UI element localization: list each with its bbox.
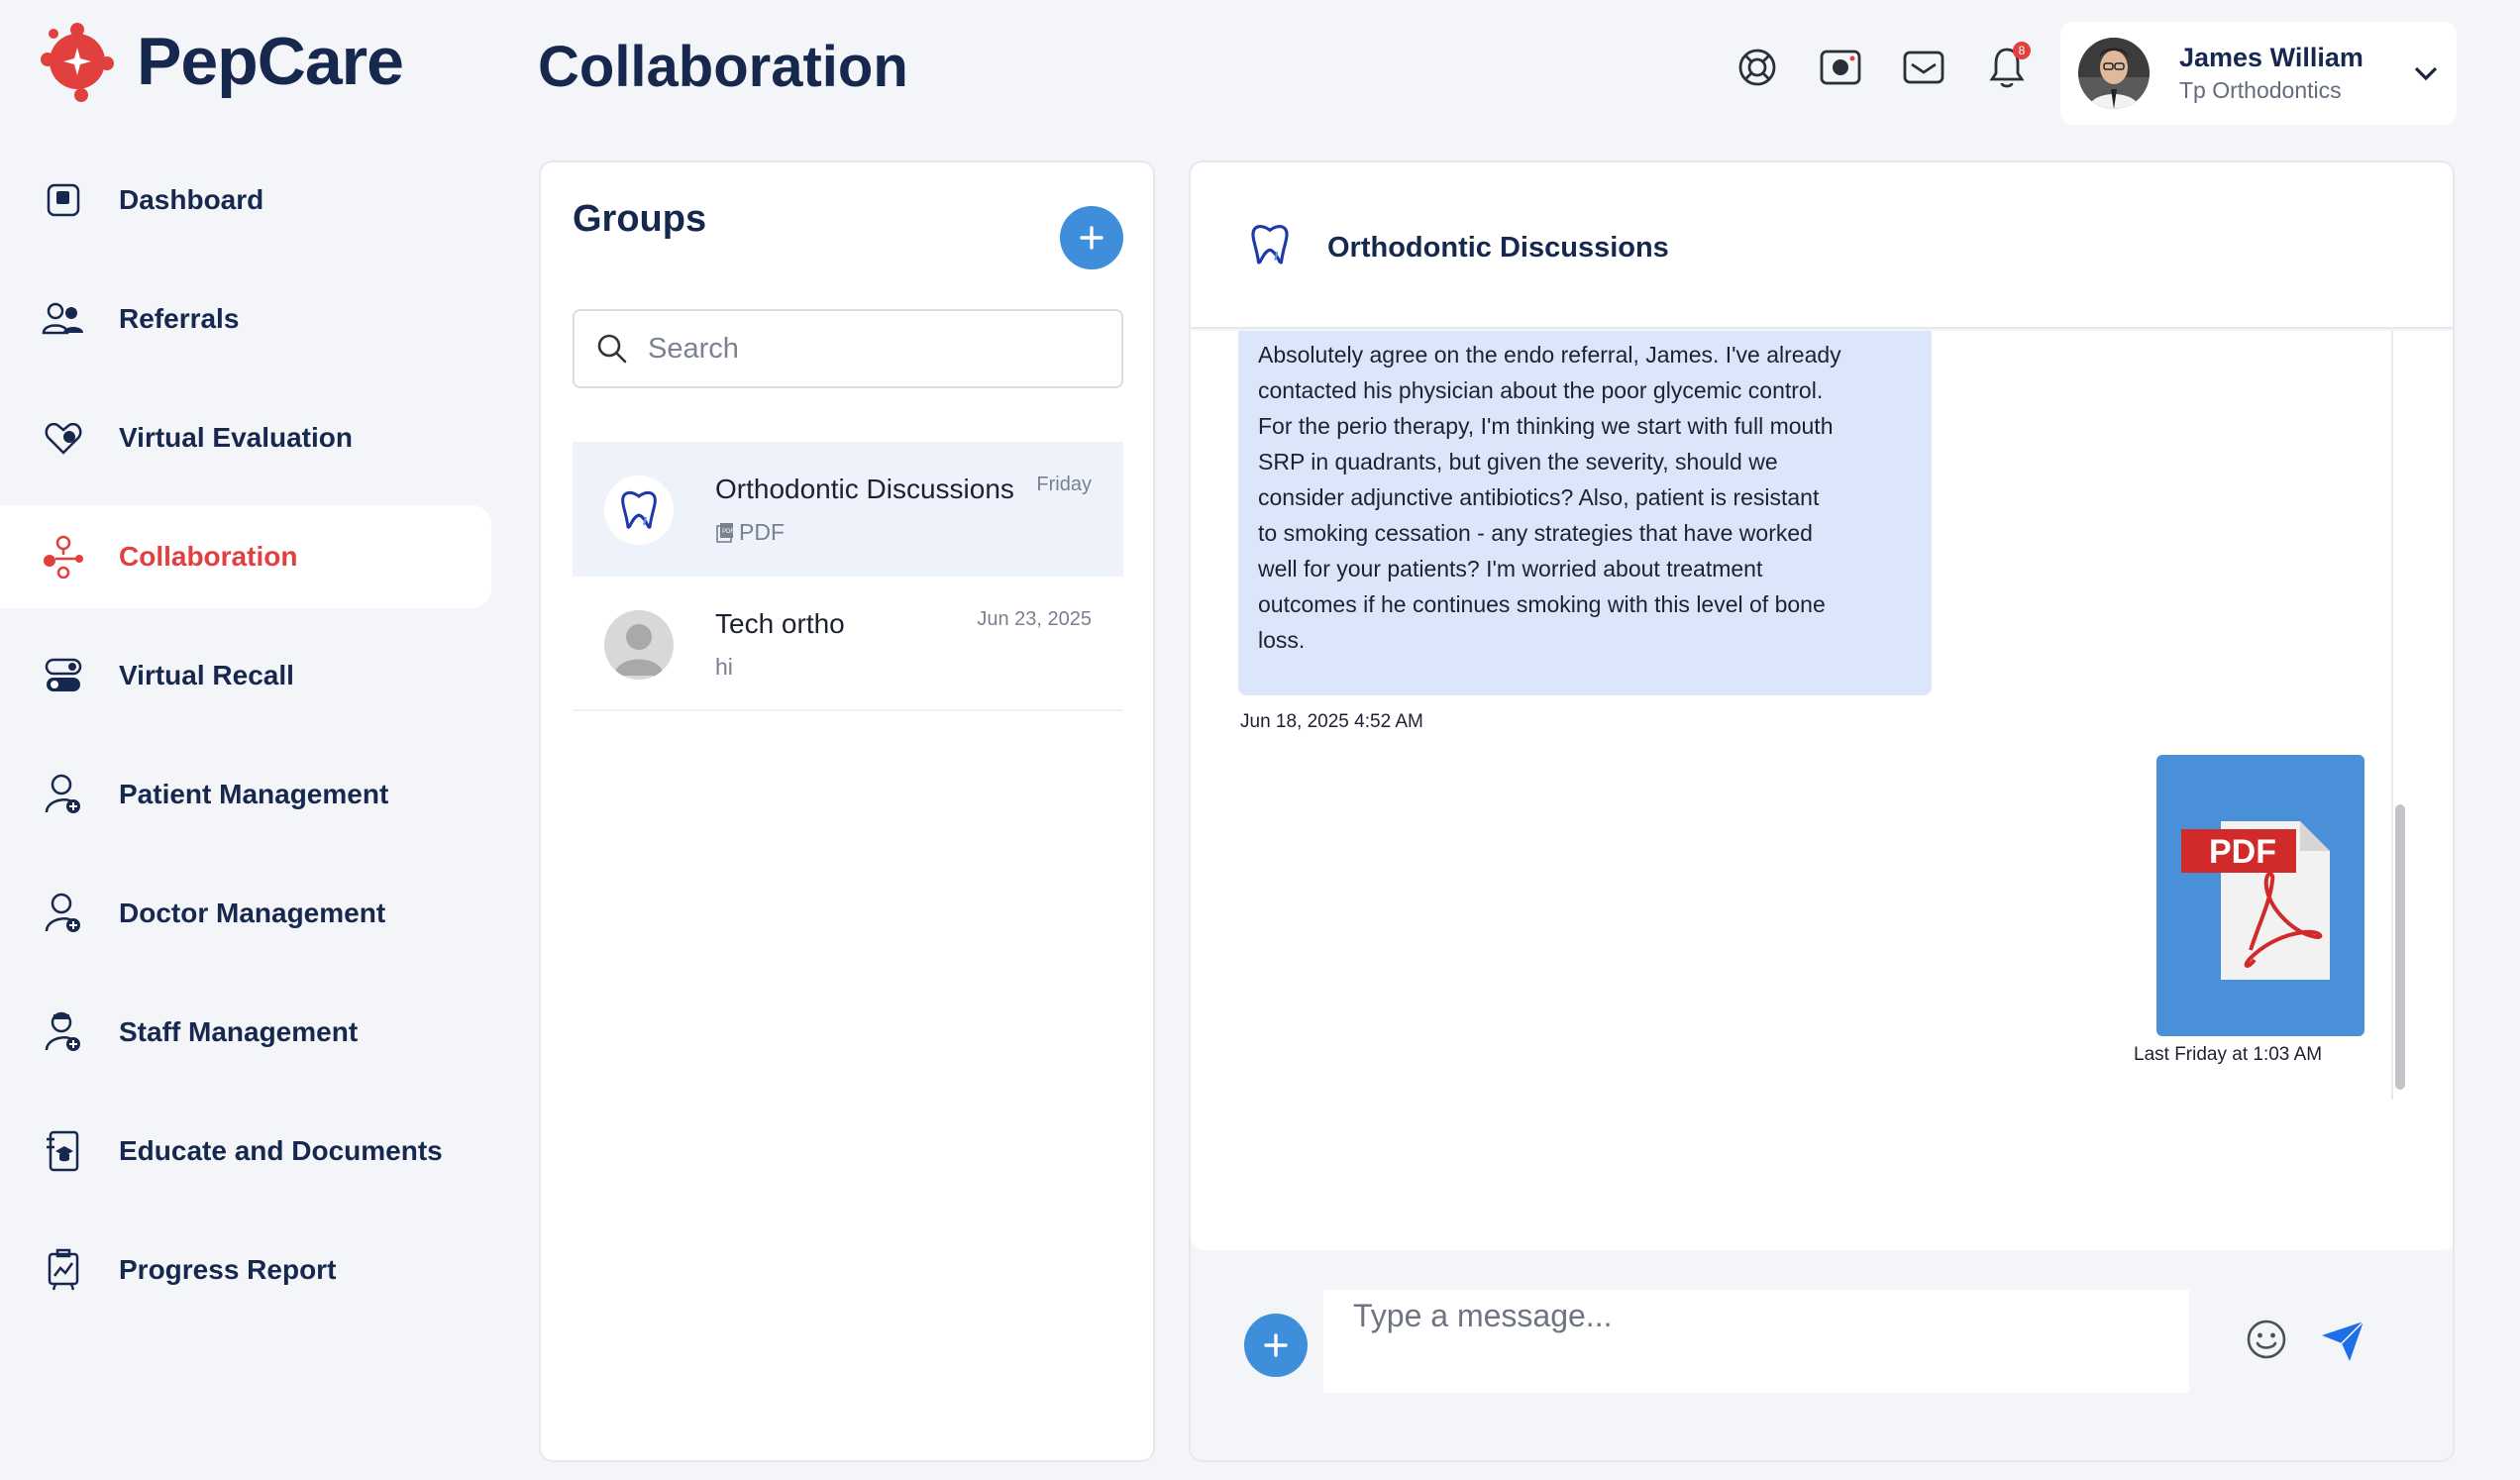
message-line: well for your patients? I'm worried abou…	[1258, 556, 1763, 581]
plus-icon	[1264, 1333, 1288, 1357]
tooth-logo-icon	[604, 476, 674, 545]
plus-icon	[1080, 226, 1103, 250]
mail-icon[interactable]	[1902, 46, 1945, 89]
group-preview: PDF PDF	[715, 519, 785, 546]
message-line: to smoking cessation - any strategies th…	[1258, 520, 1813, 546]
sidebar-item-label: Virtual Recall	[119, 660, 294, 690]
sidebar-item-collaboration[interactable]: Collaboration	[0, 505, 491, 608]
group-name: Orthodontic Discussions	[715, 474, 1014, 504]
sidebar-item-virtual-recall[interactable]: Virtual Recall	[0, 624, 491, 727]
svg-text:PDF: PDF	[722, 529, 734, 535]
pdf-file-icon: PDF	[2181, 821, 2330, 980]
search-input[interactable]	[648, 332, 1103, 366]
group-item-tech-ortho[interactable]: Tech ortho Jun 23, 2025 hi	[573, 577, 1123, 711]
sidebar-item-label: Progress Report	[119, 1254, 337, 1285]
sidebar: Dashboard Referrals Virtual Evaluation C…	[0, 149, 491, 1337]
chat-title: Orthodontic Discussions	[1327, 232, 1669, 264]
user-organization: Tp Orthodontics	[2179, 77, 2342, 103]
collaboration-icon	[40, 533, 87, 581]
sidebar-item-label: Referrals	[119, 303, 240, 334]
user-placeholder-icon	[604, 610, 674, 680]
message-bubble: Absolutely agree on the endo referral, J…	[1238, 331, 1932, 695]
tooth-logo-icon	[1251, 225, 1289, 264]
message-line: Absolutely agree on the endo referral, J…	[1258, 342, 1841, 368]
message-line: For the perio therapy, I'm thinking we s…	[1258, 413, 1834, 439]
svg-text:PDF: PDF	[2209, 833, 2276, 871]
message-line: loss.	[1258, 627, 1306, 653]
sidebar-item-progress-report[interactable]: Progress Report	[0, 1218, 491, 1321]
brand-logo: PepCare	[36, 20, 404, 103]
emoji-icon[interactable]	[2245, 1318, 2288, 1361]
message-line: consider adjunctive antibiotics? Also, p…	[1258, 484, 1820, 510]
sidebar-item-dashboard[interactable]: Dashboard	[0, 149, 491, 252]
sidebar-item-label: Virtual Evaluation	[119, 422, 353, 453]
groups-panel: Groups Orthodontic Discussions Friday PD…	[539, 160, 1155, 1462]
header-toolbar: 8	[1735, 42, 2031, 89]
sidebar-item-doctor-management[interactable]: Doctor Management	[0, 862, 491, 965]
sidebar-item-label: Educate and Documents	[119, 1135, 443, 1166]
message-input[interactable]	[1323, 1290, 2189, 1393]
sidebar-item-label: Staff Management	[119, 1016, 359, 1047]
sidebar-item-patient-management[interactable]: Patient Management	[0, 743, 491, 846]
group-preview-text: hi	[715, 654, 733, 680]
scrollbar-thumb[interactable]	[2395, 804, 2405, 1090]
pepcare-logo-icon	[41, 23, 114, 102]
message-list: Absolutely agree on the endo referral, J…	[1191, 331, 2453, 1250]
report-icon	[40, 1246, 87, 1294]
brand-name: PepCare	[137, 24, 404, 99]
support-icon[interactable]	[1735, 46, 1779, 89]
search-icon	[597, 334, 627, 364]
sidebar-item-label: Patient Management	[119, 779, 389, 809]
groups-title: Groups	[573, 198, 707, 240]
message-timestamp: Last Friday at 1:03 AM	[2134, 1044, 2323, 1065]
chevron-down-icon[interactable]	[2413, 64, 2439, 82]
chat-header: Orthodontic Discussions	[1191, 162, 2453, 329]
group-name: Tech ortho	[715, 608, 845, 639]
sidebar-item-label: Dashboard	[119, 184, 264, 215]
avatar	[2078, 38, 2150, 109]
message-scrollbar[interactable]	[2391, 331, 2405, 1100]
education-icon	[40, 1127, 87, 1175]
sidebar-item-label: Collaboration	[119, 541, 298, 572]
group-item-orthodontic-discussions[interactable]: Orthodontic Discussions Friday PDF PDF	[573, 442, 1123, 577]
message-timestamp: Jun 18, 2025 4:52 AM	[1240, 711, 1423, 732]
attach-button[interactable]	[1244, 1314, 1308, 1377]
user-name: James William	[2179, 43, 2363, 72]
recall-icon	[40, 652, 87, 699]
sidebar-item-label: Doctor Management	[119, 898, 386, 928]
bell-icon[interactable]: 8	[1985, 42, 2031, 89]
sidebar-item-referrals[interactable]: Referrals	[0, 267, 491, 370]
group-search	[573, 309, 1123, 388]
doctor-icon	[40, 890, 87, 937]
add-group-button[interactable]	[1060, 206, 1123, 269]
heart-icon	[40, 414, 87, 462]
sidebar-item-virtual-evaluation[interactable]: Virtual Evaluation	[0, 386, 491, 489]
staff-icon	[40, 1008, 87, 1056]
pdf-attachment[interactable]: PDF	[2156, 755, 2364, 1036]
sidebar-item-staff-management[interactable]: Staff Management	[0, 981, 491, 1084]
group-preview-text: PDF	[739, 519, 785, 545]
group-preview: hi	[715, 654, 733, 681]
user-menu[interactable]: James William Tp Orthodontics	[2060, 22, 2457, 125]
sidebar-item-educate-documents[interactable]: Educate and Documents	[0, 1100, 491, 1203]
referrals-icon	[40, 295, 87, 343]
message-line: contacted his physician about the poor g…	[1258, 377, 1824, 403]
group-date: Friday	[1036, 474, 1092, 495]
camera-icon[interactable]	[1819, 46, 1862, 89]
notification-badge: 8	[2013, 42, 2031, 59]
page-title: Collaboration	[538, 35, 908, 99]
pdf-file-icon: PDF	[716, 522, 734, 543]
send-icon[interactable]	[2320, 1318, 2365, 1363]
patient-icon	[40, 771, 87, 818]
group-date: Jun 23, 2025	[977, 608, 1092, 630]
message-line: outcomes if he continues smoking with th…	[1258, 591, 1826, 617]
dashboard-icon	[40, 176, 87, 224]
chat-panel: Orthodontic Discussions Absolutely agree…	[1189, 160, 2455, 1462]
message-line: SRP in quadrants, but given the severity…	[1258, 449, 1778, 475]
